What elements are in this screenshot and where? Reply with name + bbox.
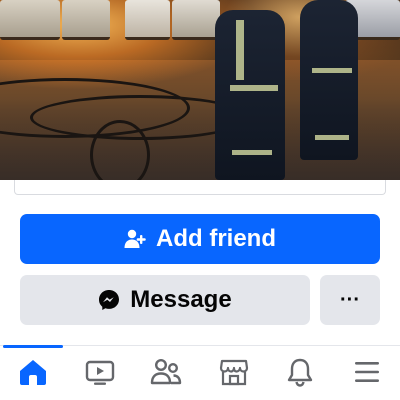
- cover-reflective-stripe: [312, 68, 352, 73]
- tab-menu[interactable]: [349, 356, 385, 392]
- cover-bus: [172, 0, 220, 40]
- home-icon: [18, 357, 48, 392]
- cover-reflective-stripe: [315, 135, 349, 140]
- profile-screen: Add friend Message ···: [0, 0, 400, 400]
- cover-bus: [125, 0, 170, 40]
- tab-home[interactable]: [15, 356, 51, 392]
- cover-reflective-stripe: [236, 20, 244, 80]
- cover-bus: [0, 0, 60, 40]
- video-icon: [85, 357, 115, 392]
- cover-reflective-stripe: [230, 85, 278, 91]
- message-label: Message: [130, 286, 232, 313]
- cover-bus: [62, 0, 110, 40]
- add-person-icon: [124, 229, 146, 249]
- intro-card-edge: [14, 180, 386, 195]
- more-options-label: ···: [340, 288, 360, 311]
- tab-video[interactable]: [82, 356, 118, 392]
- tab-marketplace[interactable]: [216, 356, 252, 392]
- menu-icon: [352, 357, 382, 392]
- tab-notifications[interactable]: [282, 356, 318, 392]
- cover-reflective-stripe: [232, 150, 272, 155]
- message-button[interactable]: Message: [20, 275, 310, 325]
- add-friend-label: Add friend: [156, 225, 276, 252]
- cover-photo[interactable]: [0, 0, 400, 180]
- bottom-tab-bar: [0, 345, 400, 400]
- messenger-icon: [98, 289, 120, 311]
- marketplace-icon: [219, 357, 249, 392]
- more-options-button[interactable]: ···: [320, 275, 380, 325]
- active-tab-indicator: [3, 345, 63, 348]
- tab-friends[interactable]: [148, 356, 184, 392]
- friends-icon: [150, 357, 182, 392]
- bell-icon: [285, 357, 315, 392]
- add-friend-button[interactable]: Add friend: [20, 214, 380, 264]
